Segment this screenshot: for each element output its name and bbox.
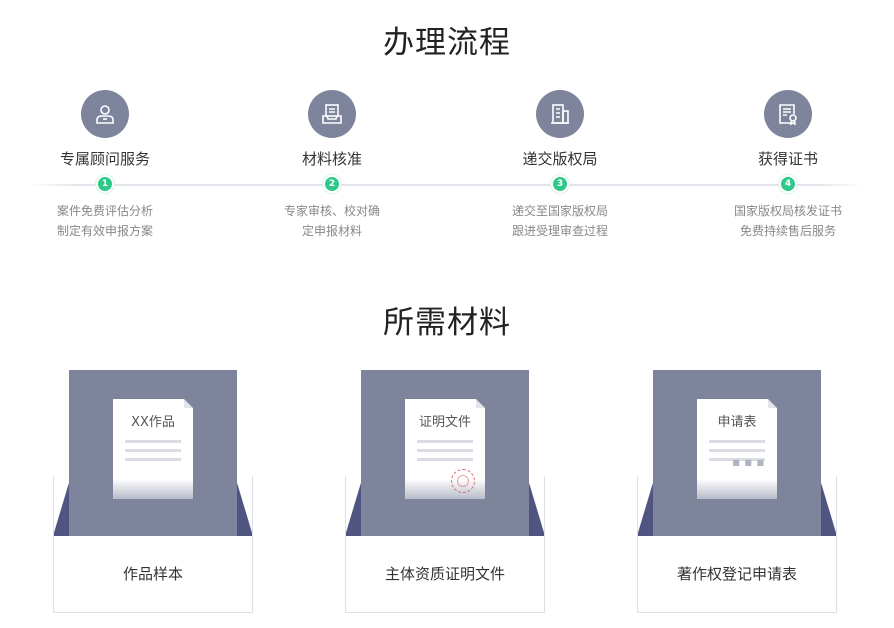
document-tray-icon — [308, 90, 356, 138]
page-fold — [184, 399, 193, 408]
step-title: 递交版权局 — [522, 150, 598, 168]
document-title: 证明文件 — [418, 415, 471, 430]
building-icon — [536, 90, 584, 138]
material-card-qualification: 证明文件 主体资质证明文件 — [345, 370, 545, 614]
step-description-line1: 递交至国家版权局 — [511, 204, 608, 218]
text-line — [417, 440, 473, 443]
material-label: 作品样本 — [122, 565, 183, 583]
step-number-badge: 1 — [96, 175, 114, 193]
material-card-works-sample: XX作品 作品样本 — [53, 370, 253, 614]
material-card-application-form: 申请表 ■ ■ ■ 著作权登记申请表 — [637, 370, 837, 614]
certificate-icon — [764, 90, 812, 138]
process-step-2: 材料核准 2 专家审核、校对确 定申报材料 — [252, 90, 412, 241]
step-description: 递交至国家版权局 跟进受理审查过程 — [480, 201, 640, 241]
card-front — [637, 476, 837, 613]
text-line — [417, 449, 473, 452]
step-description: 案件免费评估分析 制定有效申报方案 — [25, 201, 185, 241]
process-title: 办理流程 — [383, 25, 511, 61]
document-title: 申请表 — [717, 415, 757, 430]
text-line — [417, 458, 473, 461]
step-description-line2: 定申报材料 — [301, 224, 362, 238]
material-label: 主体资质证明文件 — [384, 565, 505, 583]
text-line — [125, 449, 181, 452]
process-step-4: 获得证书 4 国家版权局核发证书 免费持续售后服务 — [708, 90, 868, 241]
document-title: XX作品 — [131, 415, 175, 430]
advisor-icon — [81, 90, 129, 138]
step-number-badge: 3 — [551, 175, 569, 193]
step-number-badge: 4 — [779, 175, 797, 193]
step-description-line1: 国家版权局核发证书 — [733, 204, 842, 218]
text-line — [709, 449, 765, 452]
card-front — [345, 476, 545, 613]
step-description: 国家版权局核发证书 免费持续售后服务 — [708, 201, 868, 241]
step-title: 获得证书 — [757, 150, 818, 168]
card-front — [53, 476, 253, 613]
page-fold — [768, 399, 777, 408]
step-description-line1: 案件免费评估分析 — [56, 204, 153, 218]
step-description-line2: 跟进受理审查过程 — [511, 224, 608, 238]
material-label: 著作权登记申请表 — [676, 565, 797, 583]
text-line — [125, 440, 181, 443]
materials-title: 所需材料 — [383, 305, 511, 341]
step-title: 专属顾问服务 — [59, 150, 150, 168]
step-description: 专家审核、校对确 定申报材料 — [252, 201, 412, 241]
step-description-line2: 免费持续售后服务 — [739, 224, 836, 238]
text-line — [709, 440, 765, 443]
text-line — [125, 458, 181, 461]
ellipsis-icon: ■ ■ ■ — [732, 458, 765, 467]
page-fold — [476, 399, 485, 408]
process-step-3: 递交版权局 3 递交至国家版权局 跟进受理审查过程 — [480, 90, 640, 241]
step-title: 材料核准 — [301, 150, 362, 168]
step-description-line1: 专家审核、校对确 — [283, 204, 380, 218]
step-description-line2: 制定有效申报方案 — [56, 224, 153, 238]
step-number-badge: 2 — [323, 175, 341, 193]
process-step-1: 专属顾问服务 1 案件免费评估分析 制定有效申报方案 — [25, 90, 185, 241]
